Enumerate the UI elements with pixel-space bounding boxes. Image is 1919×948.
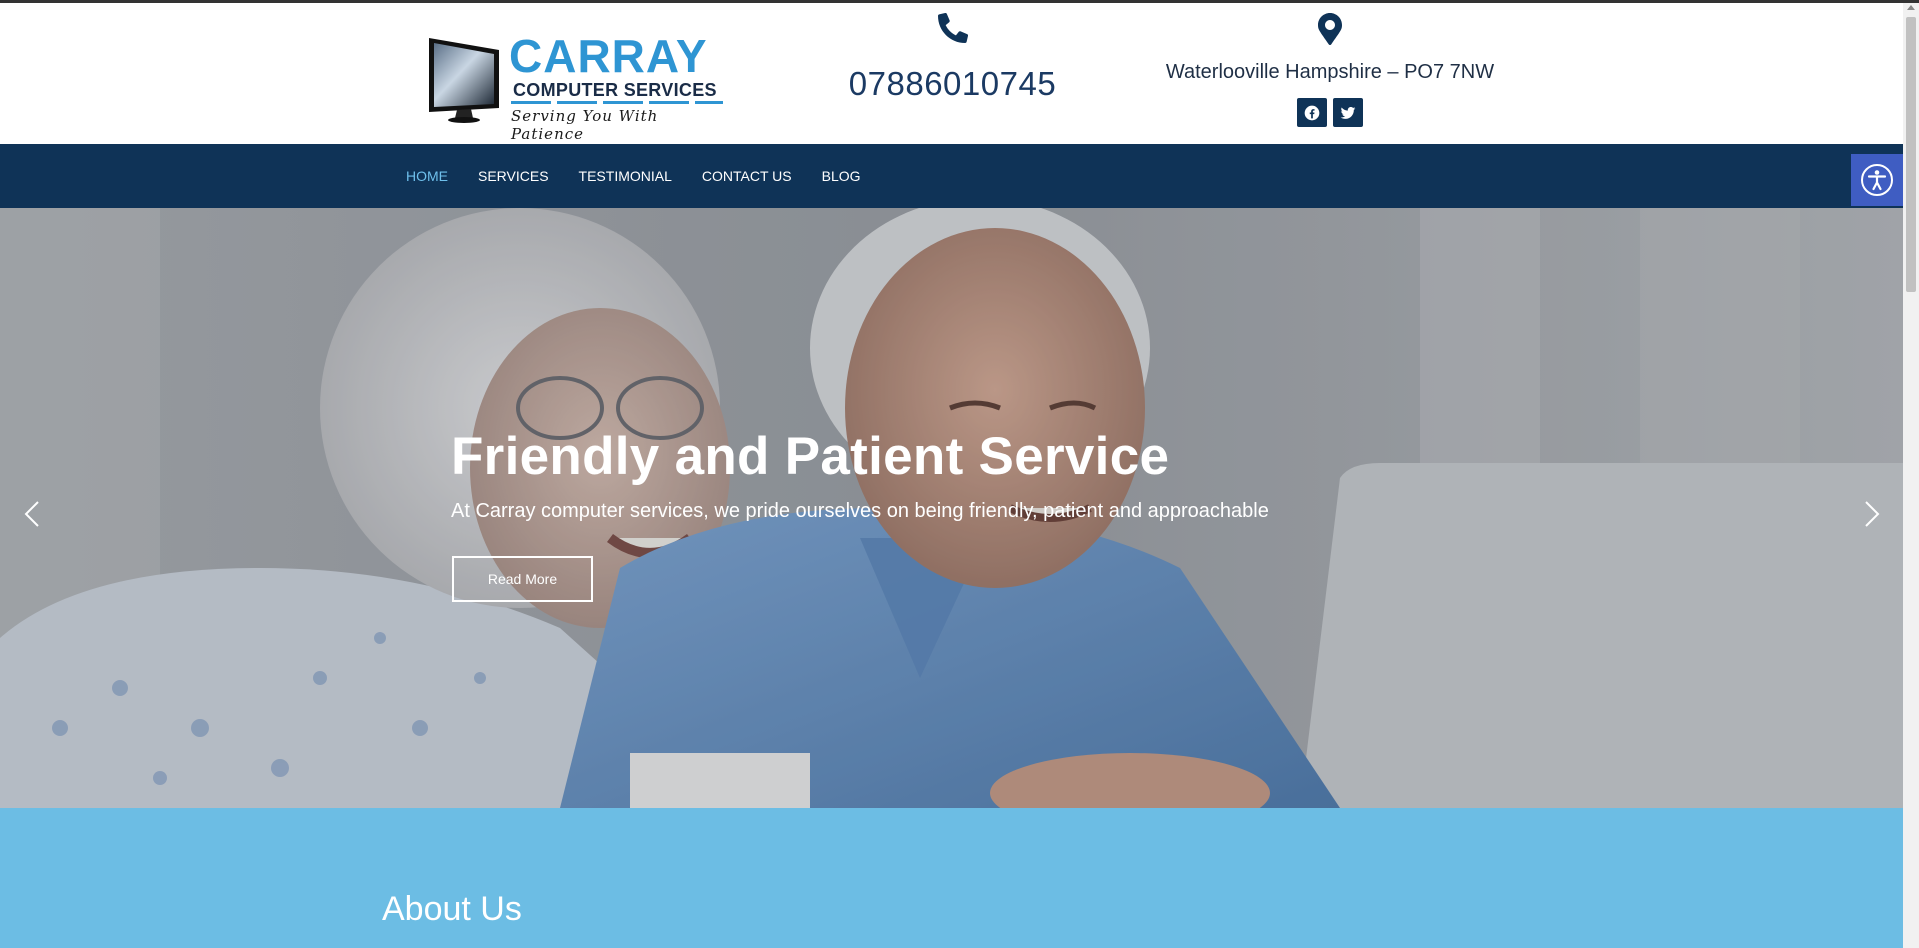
accessibility-icon — [1861, 164, 1893, 196]
about-title: About Us — [382, 890, 522, 928]
nav-item-contact-us[interactable]: CONTACT US — [702, 168, 792, 184]
phone-block: 07886010745 — [840, 13, 1065, 103]
nav-item-testimonial[interactable]: TESTIMONIAL — [579, 168, 672, 184]
twitter-button[interactable] — [1333, 98, 1363, 127]
logo-divider — [511, 101, 723, 104]
location-text: Waterlooville Hampshire – PO7 7NW — [1165, 61, 1495, 83]
logo-tagline: Serving You With Patience — [511, 107, 659, 143]
chevron-left-icon — [24, 501, 39, 527]
nav-item-home[interactable]: HOME — [406, 168, 448, 184]
about-section: About Us — [0, 808, 1903, 948]
hero-subtitle: At Carray computer services, we pride ou… — [451, 500, 1269, 522]
phone-number[interactable]: 07886010745 — [840, 65, 1065, 103]
chevron-right-icon — [1865, 501, 1880, 527]
phone-icon — [937, 13, 968, 43]
slider-next-button[interactable] — [1860, 498, 1884, 530]
scroll-thumb[interactable] — [1906, 17, 1916, 292]
social-links — [1140, 98, 1520, 127]
main-nav: HOME SERVICES TESTIMONIAL CONTACT US BLO… — [0, 144, 1903, 208]
page: CARRAY COMPUTER SERVICES Serving You Wit… — [0, 0, 1919, 948]
nav-items: HOME SERVICES TESTIMONIAL CONTACT US BLO… — [406, 144, 891, 208]
read-more-button[interactable]: Read More — [452, 556, 593, 602]
slider-prev-button[interactable] — [20, 498, 44, 530]
hero-slider: Friendly and Patient Service At Carray c… — [0, 208, 1903, 808]
logo-name: CARRAY — [509, 30, 708, 82]
monitor-icon — [429, 38, 499, 123]
site-header: CARRAY COMPUTER SERVICES Serving You Wit… — [0, 3, 1903, 144]
page-scrollbar[interactable] — [1903, 3, 1919, 948]
location-block: Waterlooville Hampshire – PO7 7NW — [1140, 13, 1520, 127]
twitter-icon — [1340, 106, 1356, 119]
facebook-icon — [1304, 105, 1320, 120]
scroll-up-arrow-icon[interactable] — [1907, 5, 1915, 10]
facebook-button[interactable] — [1297, 98, 1327, 127]
hero-title: Friendly and Patient Service — [451, 427, 1170, 486]
accessibility-button[interactable] — [1851, 154, 1903, 206]
site-logo[interactable]: CARRAY COMPUTER SERVICES Serving You Wit… — [427, 30, 727, 143]
logo-subtitle: COMPUTER SERVICES — [513, 80, 717, 100]
nav-item-blog[interactable]: BLOG — [822, 168, 861, 184]
map-pin-icon — [1318, 13, 1342, 45]
nav-item-services[interactable]: SERVICES — [478, 168, 549, 184]
